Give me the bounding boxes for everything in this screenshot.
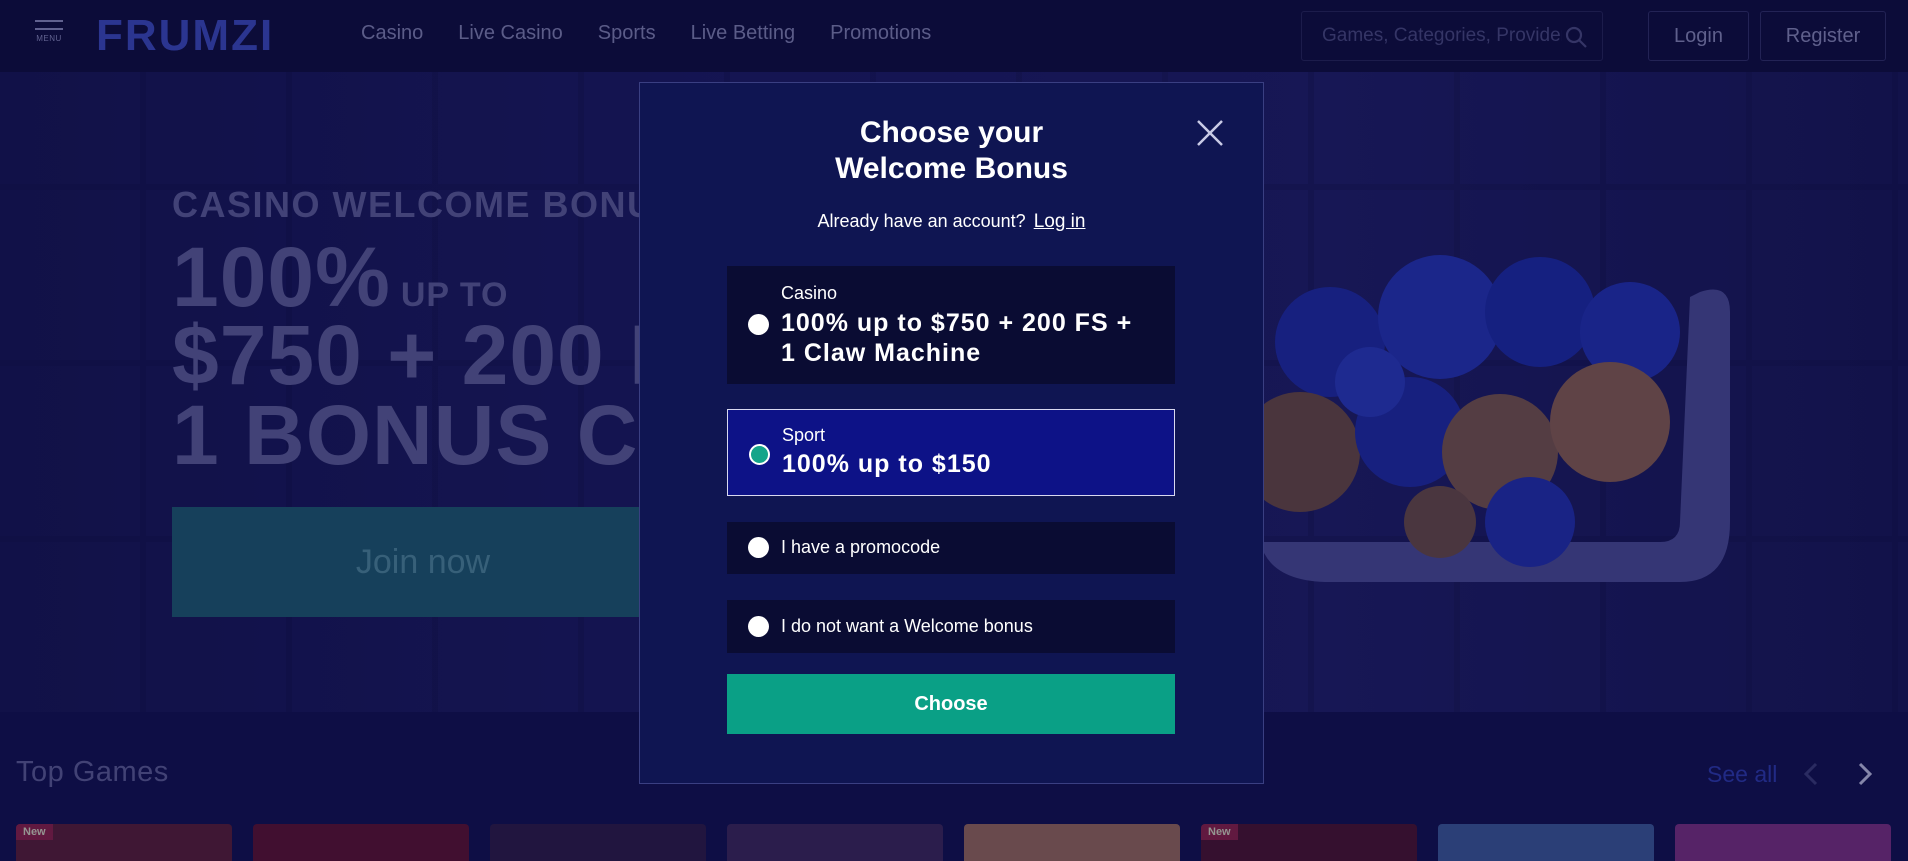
dialog-title-line-2: Welcome Bonus [835,152,1068,185]
option-value-sport: 100% up to $150 [782,450,992,478]
bonus-option-casino[interactable]: Casino 100% up to $750 + 200 FS + 1 Claw… [727,266,1175,384]
welcome-bonus-dialog: Choose your Welcome Bonus Already have a… [639,82,1264,784]
option-value-casino: 100% up to $750 + 200 FS + 1 Claw Machin… [781,308,1132,368]
bonus-option-promocode[interactable]: I have a promocode [727,522,1175,574]
option-value-casino-line-1: 100% up to $750 + 200 FS + [781,309,1133,337]
bonus-option-sport[interactable]: Sport 100% up to $150 [727,409,1175,496]
radio-no-bonus[interactable] [748,616,769,637]
login-link[interactable]: Log in [1034,211,1086,232]
radio-promocode[interactable] [748,537,769,558]
option-label-sport: Sport [782,425,826,445]
option-value-casino-line-2: 1 Claw Machine [781,339,982,367]
choose-button[interactable]: Choose [727,674,1175,734]
radio-sport-selected[interactable] [749,444,770,465]
radio-casino[interactable] [748,314,769,335]
option-label-casino: Casino [781,283,838,303]
option-label-no-bonus: I do not want a Welcome bonus [781,616,1033,636]
account-text: Already have an account? [817,211,1026,231]
option-label-promocode: I have a promocode [781,537,941,557]
bonus-option-none[interactable]: I do not want a Welcome bonus [727,600,1175,653]
close-icon[interactable] [1194,117,1226,149]
dialog-title-line-1: Choose your [859,116,1044,149]
account-prompt: Already have an account? Log in [640,211,1263,233]
dialog-title: Choose your Welcome Bonus [640,115,1263,187]
